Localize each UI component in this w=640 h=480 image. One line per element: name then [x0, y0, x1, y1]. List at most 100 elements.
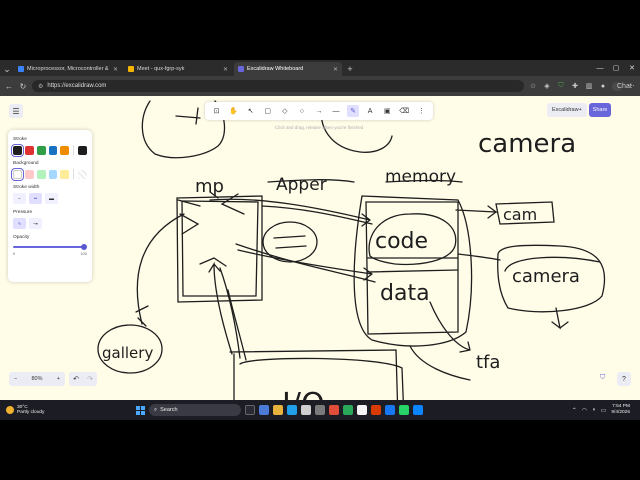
tab-excalidraw[interactable]: Excalidraw Whiteboard ✕ — [234, 62, 342, 76]
weather-widget[interactable]: 30°C Partly cloudy — [0, 405, 120, 416]
chrome-icon[interactable] — [329, 405, 339, 415]
image-icon[interactable]: ▣ — [381, 105, 393, 117]
text-tool-icon[interactable]: A — [364, 105, 376, 117]
puzzle-icon[interactable]: ✚ — [570, 82, 580, 90]
minimize-icon[interactable]: — — [592, 60, 608, 76]
zoom-level[interactable]: 80% — [31, 376, 42, 382]
lock-icon[interactable]: ⊡ — [211, 105, 223, 117]
share-button[interactable]: Share — [589, 103, 611, 117]
more-icon[interactable]: ⋯ — [626, 82, 636, 90]
stroke-color-red[interactable] — [24, 145, 34, 155]
app-icon-6[interactable] — [413, 405, 423, 415]
eraser-icon[interactable]: ⌫ — [398, 105, 410, 117]
text-data[interactable]: data — [380, 281, 430, 306]
taskbar-search[interactable]: ⌕ Search — [149, 404, 241, 416]
excalidraw-plus-button[interactable]: Excalidraw+ — [547, 103, 587, 117]
tab-meet[interactable]: Meet - qux-fgrp-syk ✕ — [124, 62, 232, 76]
stroke-bold-button[interactable]: ━ — [29, 193, 42, 204]
text-memory[interactable]: memory — [385, 167, 456, 187]
text-cam[interactable]: cam — [503, 205, 537, 224]
bg-color-green[interactable] — [36, 169, 46, 179]
excalidraw-canvas[interactable]: mp Apper memory camera code data cam cam… — [0, 96, 640, 420]
stroke-color-black[interactable] — [11, 143, 24, 157]
star-icon[interactable]: ☆ — [528, 82, 538, 90]
pressure-off-button[interactable]: ↝ — [29, 218, 42, 229]
bg-color-current[interactable] — [78, 169, 87, 179]
tab-list-icon[interactable]: ⌄ — [0, 62, 14, 76]
pressure-on-button[interactable]: ∿ — [13, 218, 26, 229]
bg-color-yellow[interactable] — [60, 169, 70, 179]
stroke-extra-bold-button[interactable]: ▬ — [45, 193, 58, 204]
stroke-thin-button[interactable]: − — [13, 193, 26, 204]
app-icon-5[interactable] — [371, 405, 381, 415]
new-tab-icon[interactable]: + — [344, 62, 356, 76]
task-view-icon[interactable] — [245, 405, 255, 415]
tray-chevron-icon[interactable]: ⌃ — [572, 407, 577, 414]
clock-date: 9/4/2026 — [611, 410, 630, 415]
back-icon[interactable]: ← — [4, 82, 14, 91]
pencil-icon[interactable]: ✎ — [347, 105, 360, 117]
stroke-color-green[interactable] — [36, 145, 46, 155]
app-icon-4[interactable] — [357, 405, 367, 415]
close-window-icon[interactable]: ✕ — [624, 60, 640, 76]
text-gallery[interactable]: gallery — [102, 344, 153, 362]
stroke-color-current[interactable] — [78, 145, 88, 155]
sidebar-icon[interactable]: ▥ — [584, 82, 594, 90]
wifi-icon[interactable]: ◠ — [582, 407, 587, 414]
profile-icon[interactable]: ● — [598, 83, 608, 90]
diamond-icon[interactable]: ◇ — [279, 105, 291, 117]
file-explorer-icon[interactable] — [273, 405, 283, 415]
zoom-out-button[interactable]: − — [14, 376, 17, 382]
text-camera-top[interactable]: camera — [478, 129, 576, 159]
app-icon-2[interactable] — [315, 405, 325, 415]
refresh-icon[interactable]: ↻ — [18, 82, 28, 91]
store-icon[interactable] — [301, 405, 311, 415]
selection-icon[interactable]: ↖ — [245, 105, 257, 117]
bg-color-transparent[interactable] — [11, 167, 24, 181]
close-icon[interactable]: ✕ — [333, 66, 338, 73]
battery-icon[interactable]: ▭ — [601, 407, 607, 414]
volume-icon[interactable]: ◖ — [592, 407, 596, 413]
clock[interactable]: 7:54 PM 9/4/2026 — [611, 404, 630, 416]
text-code[interactable]: code — [375, 229, 428, 254]
undo-icon[interactable]: ↶ — [73, 375, 79, 383]
text-mp[interactable]: mp — [195, 176, 224, 197]
zoom-in-button[interactable]: + — [57, 376, 60, 382]
rectangle-icon[interactable]: ▢ — [262, 105, 274, 117]
app-icon-1[interactable] — [259, 405, 269, 415]
app-icon-3[interactable] — [343, 405, 353, 415]
weather-text: 30°C Partly cloudy — [17, 405, 44, 416]
line-icon[interactable]: — — [330, 105, 342, 117]
extension-icon[interactable]: ◈ — [542, 82, 552, 90]
security-shield-icon[interactable]: ⛉ — [600, 374, 610, 384]
arrow-icon[interactable]: → — [313, 105, 325, 117]
stroke-color-blue[interactable] — [48, 145, 58, 155]
close-icon[interactable]: ✕ — [113, 66, 118, 73]
shield-extension-icon[interactable]: ⛉ — [556, 82, 566, 90]
opacity-slider[interactable] — [13, 243, 87, 251]
ellipse-icon[interactable]: ○ — [296, 105, 308, 117]
drawing-layer[interactable]: mp Apper memory camera code data cam cam… — [0, 96, 640, 420]
more-tools-icon[interactable]: ⋮ — [415, 105, 427, 117]
maximize-icon[interactable]: ▢ — [608, 60, 624, 76]
opacity-knob[interactable] — [81, 244, 87, 250]
text-tfa[interactable]: tfa — [476, 352, 500, 373]
site-info-icon[interactable]: ⚙ — [38, 83, 43, 90]
menu-button[interactable]: ☰ — [9, 104, 23, 118]
url-input[interactable]: ⚙ https://excalidraw.com — [32, 80, 524, 92]
chat-button[interactable]: Chat — [612, 81, 632, 91]
redo-icon[interactable]: ↷ — [87, 375, 93, 383]
text-appear[interactable]: Apper — [276, 175, 327, 195]
stroke-color-orange[interactable] — [60, 145, 70, 155]
windows-start-icon[interactable] — [136, 405, 145, 415]
hand-icon[interactable]: ✋ — [228, 105, 240, 117]
whatsapp-icon[interactable] — [399, 405, 409, 415]
close-icon[interactable]: ✕ — [223, 66, 228, 73]
tab-microprocessor[interactable]: Microprocessor, Microcontroller & ✕ — [14, 62, 122, 76]
edge-icon[interactable] — [287, 405, 297, 415]
text-camera-box[interactable]: camera — [512, 266, 580, 287]
bg-color-blue[interactable] — [48, 169, 58, 179]
help-button[interactable]: ? — [617, 372, 631, 386]
bg-color-red[interactable] — [24, 169, 34, 179]
facebook-icon[interactable] — [385, 405, 395, 415]
